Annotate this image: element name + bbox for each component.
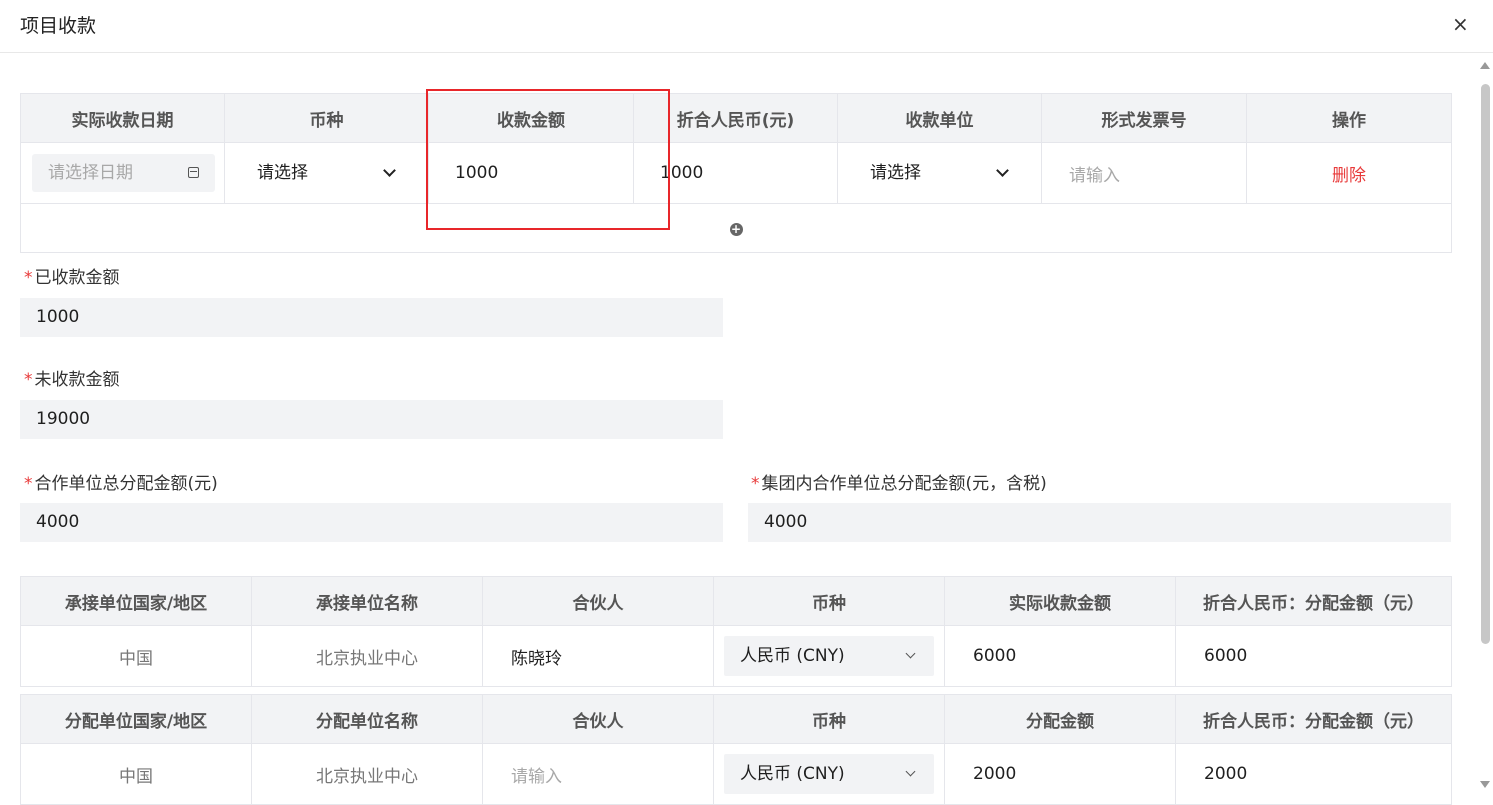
col-header-alloc-amount: 分配金额 [944,694,1176,744]
chevron-down-icon [383,164,396,177]
col-header-rmb-alloc: 折合人民币：分配金额（元） [1175,576,1452,626]
col-header-amount: 收款金额 [428,93,634,143]
partner-cell[interactable]: 陈晓玲 [482,625,714,687]
group-total-label-text: 集团内合作单位总分配金额(元，含税) [761,474,1047,494]
currency-select[interactable]: 人民币 (CNY) [724,754,934,794]
partner-input[interactable]: 请输入 [482,743,714,805]
unreceived-amount-field[interactable]: 19000 [20,400,723,439]
country-cell: 中国 [20,743,252,805]
undertaking-header-row: 承接单位国家/地区 承接单位名称 合伙人 币种 实际收款金额 折合人民币：分配金… [20,576,1452,626]
required-star: * [24,370,33,390]
col-header-alloc-country: 分配单位国家/地区 [20,694,252,744]
currency-cell: 人民币 (CNY) [713,625,945,687]
currency-cell: 人民币 (CNY) [713,743,945,805]
amount-cell[interactable]: 1000 [428,142,634,204]
date-placeholder: 请选择日期 [48,163,133,183]
table-row: 中国 北京执业中心 请输入 人民币 (CNY) 2000 2000 [20,743,1452,805]
col-header-alloc-unit-name: 分配单位名称 [251,694,483,744]
date-cell: 请选择日期 [20,142,225,204]
col-header-currency: 币种 [224,93,429,143]
undertaking-table: 承接单位国家/地区 承接单位名称 合伙人 币种 实际收款金额 折合人民币：分配金… [20,576,1452,687]
col-header-rmb-alloc: 折合人民币：分配金额（元） [1175,694,1452,744]
col-header-invoice: 形式发票号 [1041,93,1247,143]
delete-button[interactable]: 删除 [1247,161,1451,186]
received-amount-field[interactable]: 1000 [20,298,723,337]
table-row: 请选择日期 请选择 1000 1000 请选择 请输入 删除 [20,142,1452,204]
scroll-down-arrow-icon[interactable] [1480,781,1490,788]
col-header-date: 实际收款日期 [20,93,225,143]
col-header-partner: 合伙人 [482,694,714,744]
add-row: + [20,203,1452,253]
table-row: 中国 北京执业中心 陈晓玲 人民币 (CNY) 6000 6000 [20,625,1452,687]
currency-select[interactable]: 人民币 (CNY) [724,636,934,676]
col-header-partner: 合伙人 [482,576,714,626]
actual-amount-cell[interactable]: 6000 [944,625,1176,687]
invoice-input[interactable]: 请输入 [1042,161,1246,186]
receiving-unit-value: 请选择 [870,163,921,183]
unit-name-cell: 北京执业中心 [251,625,483,687]
currency-select[interactable]: 请选择 [257,154,396,192]
currency-select-value: 请选择 [257,163,308,183]
currency-cell: 请选择 [224,142,429,204]
col-header-actual-amount: 实际收款金额 [944,576,1176,626]
unit-name-cell: 北京执业中心 [251,743,483,805]
currency-select-value: 人民币 (CNY) [740,764,845,784]
unit-cell: 请选择 [837,142,1042,204]
rmb-alloc-cell: 2000 [1175,743,1452,805]
received-label-text: 已收款金额 [34,268,120,288]
country-cell: 中国 [20,625,252,687]
col-header-unit-name: 承接单位名称 [251,576,483,626]
dialog-title: 项目收款 [20,15,97,37]
rmb-alloc-cell: 6000 [1175,625,1452,687]
allocation-header-row: 分配单位国家/地区 分配单位名称 合伙人 币种 分配金额 折合人民币：分配金额（… [20,694,1452,744]
partner-total-field[interactable]: 4000 [20,503,723,542]
allocation-table: 分配单位国家/地区 分配单位名称 合伙人 币种 分配金额 折合人民币：分配金额（… [20,694,1452,805]
close-icon[interactable]: × [1452,12,1469,36]
receipts-header-row: 实际收款日期 币种 收款金额 折合人民币(元) 收款单位 形式发票号 操作 [20,93,1452,143]
alloc-amount-cell[interactable]: 2000 [944,743,1176,805]
col-header-actions: 操作 [1246,93,1452,143]
partner-total-label-text: 合作单位总分配金额(元) [34,474,218,494]
add-circle-icon[interactable]: + [729,223,743,236]
add-row-cell: + [20,203,1452,253]
col-header-unit: 收款单位 [837,93,1042,143]
group-total-field[interactable]: 4000 [748,503,1451,542]
actions-cell: 删除 [1246,142,1452,204]
unreceived-label: * 未收款金额 [24,365,120,390]
chevron-down-icon [905,766,916,777]
col-header-country: 承接单位国家/地区 [20,576,252,626]
amount-input[interactable]: 1000 [429,163,633,183]
partner-total-label: * 合作单位总分配金额(元) [24,469,218,494]
calendar-icon [188,167,199,178]
unreceived-label-text: 未收款金额 [34,370,120,390]
dialog-header: 项目收款 × [0,0,1493,53]
receiving-unit-select[interactable]: 请选择 [870,154,1009,192]
col-header-currency: 币种 [713,576,945,626]
date-picker[interactable]: 请选择日期 [32,154,215,192]
col-header-rmb: 折合人民币(元) [633,93,838,143]
rmb-cell: 1000 [633,142,838,204]
currency-select-value: 人民币 (CNY) [740,646,845,666]
received-label: * 已收款金额 [24,263,120,288]
group-total-label: * 集团内合作单位总分配金额(元，含税) [751,469,1047,494]
required-star: * [751,474,760,494]
required-star: * [24,268,33,288]
scroll-up-arrow-icon[interactable] [1480,62,1490,69]
chevron-down-icon [905,648,916,659]
scrollbar-thumb[interactable] [1481,84,1490,644]
chevron-down-icon [996,164,1009,177]
receipts-table: 实际收款日期 币种 收款金额 折合人民币(元) 收款单位 形式发票号 操作 请选… [20,93,1452,253]
col-header-currency: 币种 [713,694,945,744]
invoice-cell[interactable]: 请输入 [1041,142,1247,204]
required-star: * [24,474,33,494]
rmb-amount: 1000 [660,163,704,183]
